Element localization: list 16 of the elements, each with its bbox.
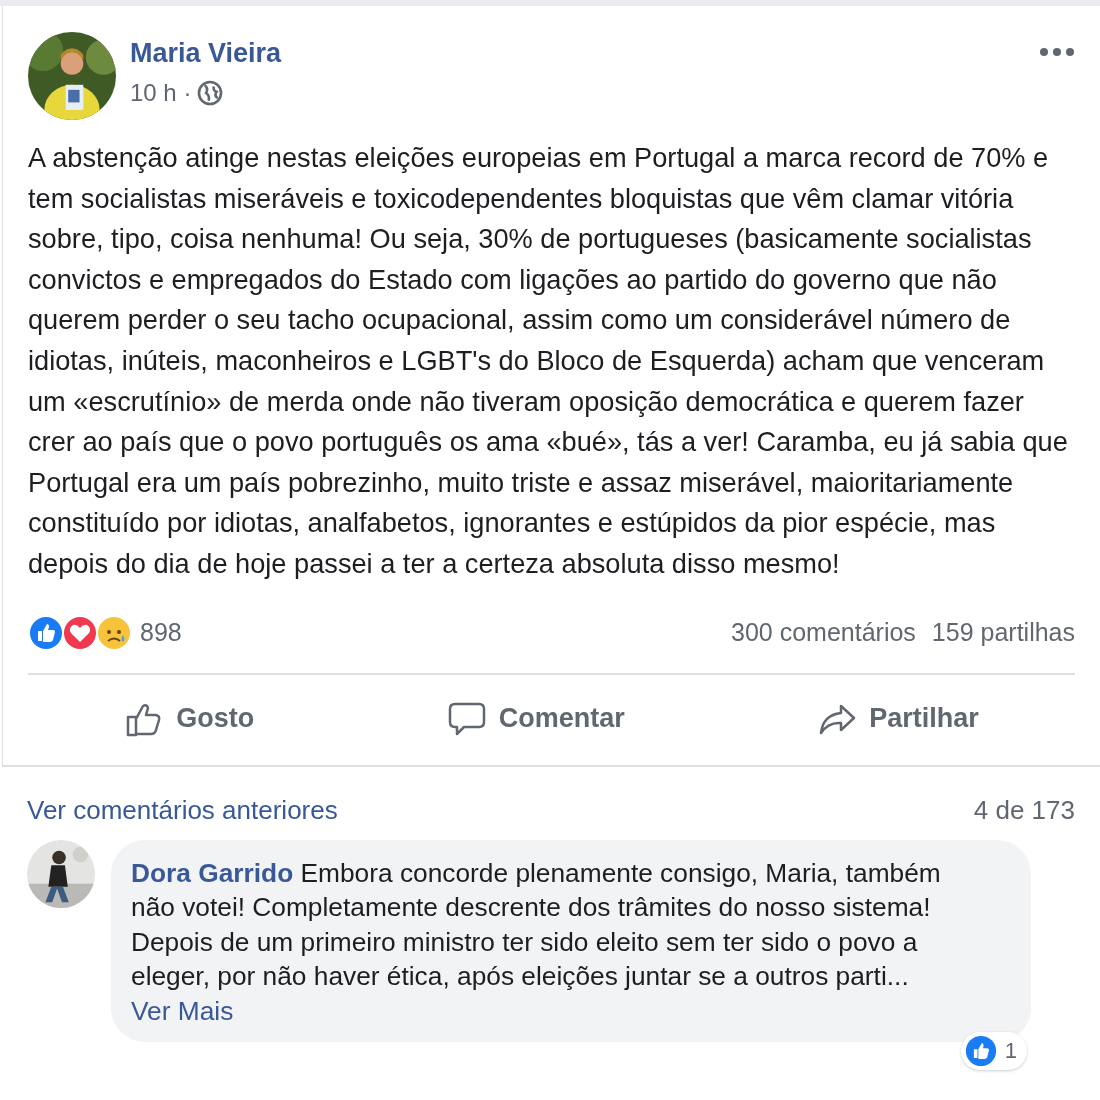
like-button[interactable]: Gosto [104, 694, 275, 743]
commenter-name[interactable]: Dora Garrido [131, 857, 294, 888]
comment-button[interactable]: Comentar [426, 694, 645, 743]
comment-like-badge[interactable]: 1 [960, 1032, 1027, 1071]
comments-count-link[interactable]: 300 comentários [731, 618, 916, 648]
post-text: A abstenção atinge nestas eleições europeias em Portugal a marca record de 70% e tem socialistas miseráveis e toxicodependentes bloquistas que vêm clamar vitória sobre, tipo, coisa nenhuma! Ou seja, 30% de portugueses (basicamente socialistas convictos e empregados do Estado com ligações ao partido do governo que não querem perder o seu tacho ocupacional, assim como um considerável número de idiotas, inúteis, maconheiros e LGBT's do Bloco de Esquerda) acham que venceram um «escrutínio» de merda onde não tiveram oposição democrática e querem fazer crer ao país que o povo português os ama «bué», tás a ver! Caramba, eu já sabia que Portugal era um país pobrezinho, muito triste e assaz miserável, maioritariamente constituído por idiotas, analfabetos, ignorantes e estúpidos da pior espécie, mas depois do dia de hoje passei a ter a certeza absoluta disso mesmo! [28, 141, 1069, 581]
shares-count-link[interactable]: 159 partilhas [931, 618, 1075, 648]
comment-text: Dora Garrido Embora concorde plenamente consigo, Maria, também não votei! Completamente descrente dos trâmites do nosso sistema! Depois de um primeiro ministro ter sido eleito sem ter sido o povo a eleger, por não haver ética, após eleições juntar se a outros parti... Ver Mais [131, 856, 942, 1028]
comment-like-count: 1 [1004, 1038, 1017, 1065]
previous-comments-link[interactable]: Ver comentários anteriores [27, 794, 338, 826]
comment-counter: 4 de 173 [973, 794, 1075, 826]
share-button[interactable]: Partilhar [797, 694, 999, 743]
reaction-count[interactable]: 898 [140, 618, 182, 648]
author-name[interactable]: Maria Vieira [130, 38, 282, 69]
post-time: 10 h · [130, 79, 192, 107]
see-more-link[interactable]: Ver Mais [131, 995, 234, 1026]
